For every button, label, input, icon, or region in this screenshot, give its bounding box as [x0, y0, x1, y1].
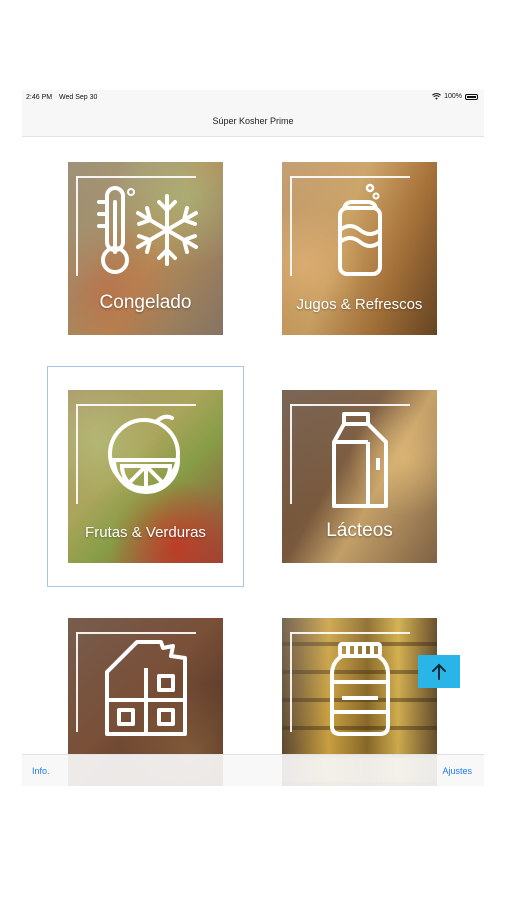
page-title: Súper Kosher Prime: [212, 116, 294, 126]
wifi-icon: [432, 93, 442, 100]
info-tab[interactable]: Info.: [32, 766, 50, 776]
category-label: Lácteos: [326, 520, 393, 541]
chocolate-bar-icon: [68, 638, 223, 738]
app-screen: 2:46 PM Wed Sep 30 100% Súper Kosher Pri…: [22, 90, 484, 786]
battery-icon: [465, 93, 478, 100]
thermometer-snowflake-icon: [68, 182, 223, 282]
status-date: Wed Sep 30: [59, 94, 98, 101]
tab-bar: Info. Ajustes: [22, 754, 484, 786]
soda-can-icon: [282, 182, 437, 282]
scroll-to-top-button[interactable]: [418, 655, 460, 688]
category-label: Congelado: [99, 292, 192, 313]
navigation-bar: Súper Kosher Prime: [22, 106, 484, 137]
settings-tab[interactable]: Ajustes: [442, 766, 472, 776]
battery-percent: 100%: [444, 93, 462, 100]
jar-icon: [282, 638, 437, 738]
arrow-up-icon: [432, 663, 446, 680]
category-tile-jugos-refrescos[interactable]: Jugos & Refrescos: [282, 162, 437, 335]
citrus-icon: [68, 410, 223, 510]
category-tile-lacteos[interactable]: Lácteos: [282, 390, 437, 563]
milk-carton-icon: [282, 410, 437, 510]
category-label: Jugos & Refrescos: [296, 296, 423, 313]
category-label: Frutas & Verduras: [85, 524, 206, 541]
category-tile-frutas-verduras[interactable]: Frutas & Verduras: [68, 390, 223, 563]
status-bar: 2:46 PM Wed Sep 30 100%: [22, 90, 484, 106]
category-tile-congelado[interactable]: Congelado: [68, 162, 223, 335]
status-right: 100%: [432, 93, 478, 100]
status-time: 2:46 PM: [26, 94, 53, 101]
